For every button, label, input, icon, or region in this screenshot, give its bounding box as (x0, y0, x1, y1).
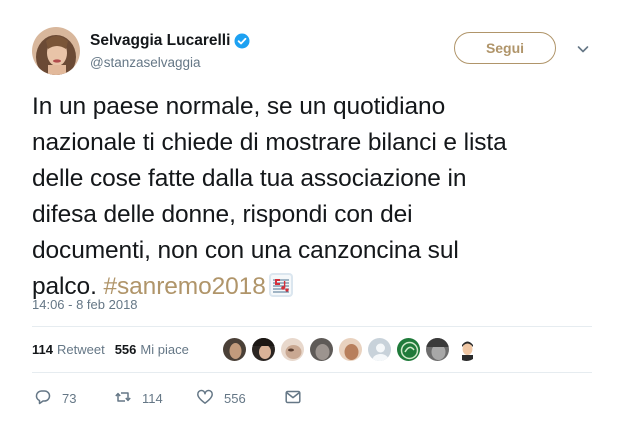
liker-avatar[interactable] (396, 337, 421, 362)
tweet-actions: 73 114 556 (34, 388, 302, 409)
tweet-timestamp[interactable]: 14:06 - 8 feb 2018 (32, 297, 138, 312)
tweet-text-line: nazionale ti chiede di mostrare bilanci … (32, 129, 507, 156)
follow-button[interactable]: Segui (454, 32, 556, 64)
liker-avatar[interactable] (367, 337, 392, 362)
tweet-stats: 114 Retweet 556 Mi piace (32, 342, 199, 357)
liker-avatar[interactable] (222, 337, 247, 362)
divider (32, 372, 592, 373)
direct-message-button[interactable] (284, 388, 302, 409)
like-action-count: 556 (224, 391, 246, 406)
tweet-text-line: delle cose fatte dalla tua associazione … (32, 165, 467, 192)
tweet-text-line: documenti, non con una canzoncina sul (32, 237, 459, 264)
verified-badge-icon (234, 33, 250, 49)
liker-avatar[interactable] (280, 337, 305, 362)
reply-button[interactable]: 73 (34, 388, 114, 409)
user-handle[interactable]: @stanzaselvaggia (90, 55, 250, 70)
tweet-text-fragment: palco. (32, 273, 104, 300)
liker-avatar[interactable] (251, 337, 276, 362)
hashtag-link[interactable]: #sanremo2018 (103, 273, 265, 300)
retweet-icon (114, 388, 132, 409)
heart-icon (196, 388, 214, 409)
tweet-text: In un paese normale, se un quotidiano na… (32, 89, 592, 305)
reply-count: 73 (62, 391, 77, 406)
tweet-text-line: In un paese normale, se un quotidiano (32, 93, 446, 120)
retweet-button[interactable]: 114 (114, 388, 196, 409)
like-label[interactable]: Mi piace (140, 342, 188, 357)
like-button[interactable]: 556 (196, 388, 284, 409)
user-info: Selvaggia Lucarelli @stanzaselvaggia (90, 32, 250, 70)
liker-avatar[interactable] (454, 337, 479, 362)
retweet-count[interactable]: 114 (32, 342, 53, 357)
divider (32, 326, 592, 327)
musical-score-icon (268, 272, 294, 298)
likers-avatars (222, 337, 483, 362)
tweet-card: Selvaggia Lucarelli @stanzaselvaggia Seg… (0, 0, 619, 425)
tweet-text-line: difesa delle donne, rispondi con dei (32, 201, 413, 228)
liker-avatar[interactable] (309, 337, 334, 362)
liker-avatar[interactable] (425, 337, 450, 362)
retweet-action-count: 114 (142, 391, 163, 406)
envelope-icon (284, 388, 302, 409)
liker-avatar[interactable] (338, 337, 363, 362)
display-name[interactable]: Selvaggia Lucarelli (90, 32, 230, 50)
like-count[interactable]: 556 (115, 342, 137, 357)
avatar[interactable] (32, 27, 80, 75)
reply-icon (34, 388, 52, 409)
chevron-down-icon[interactable] (576, 42, 590, 56)
retweet-label[interactable]: Retweet (57, 342, 105, 357)
